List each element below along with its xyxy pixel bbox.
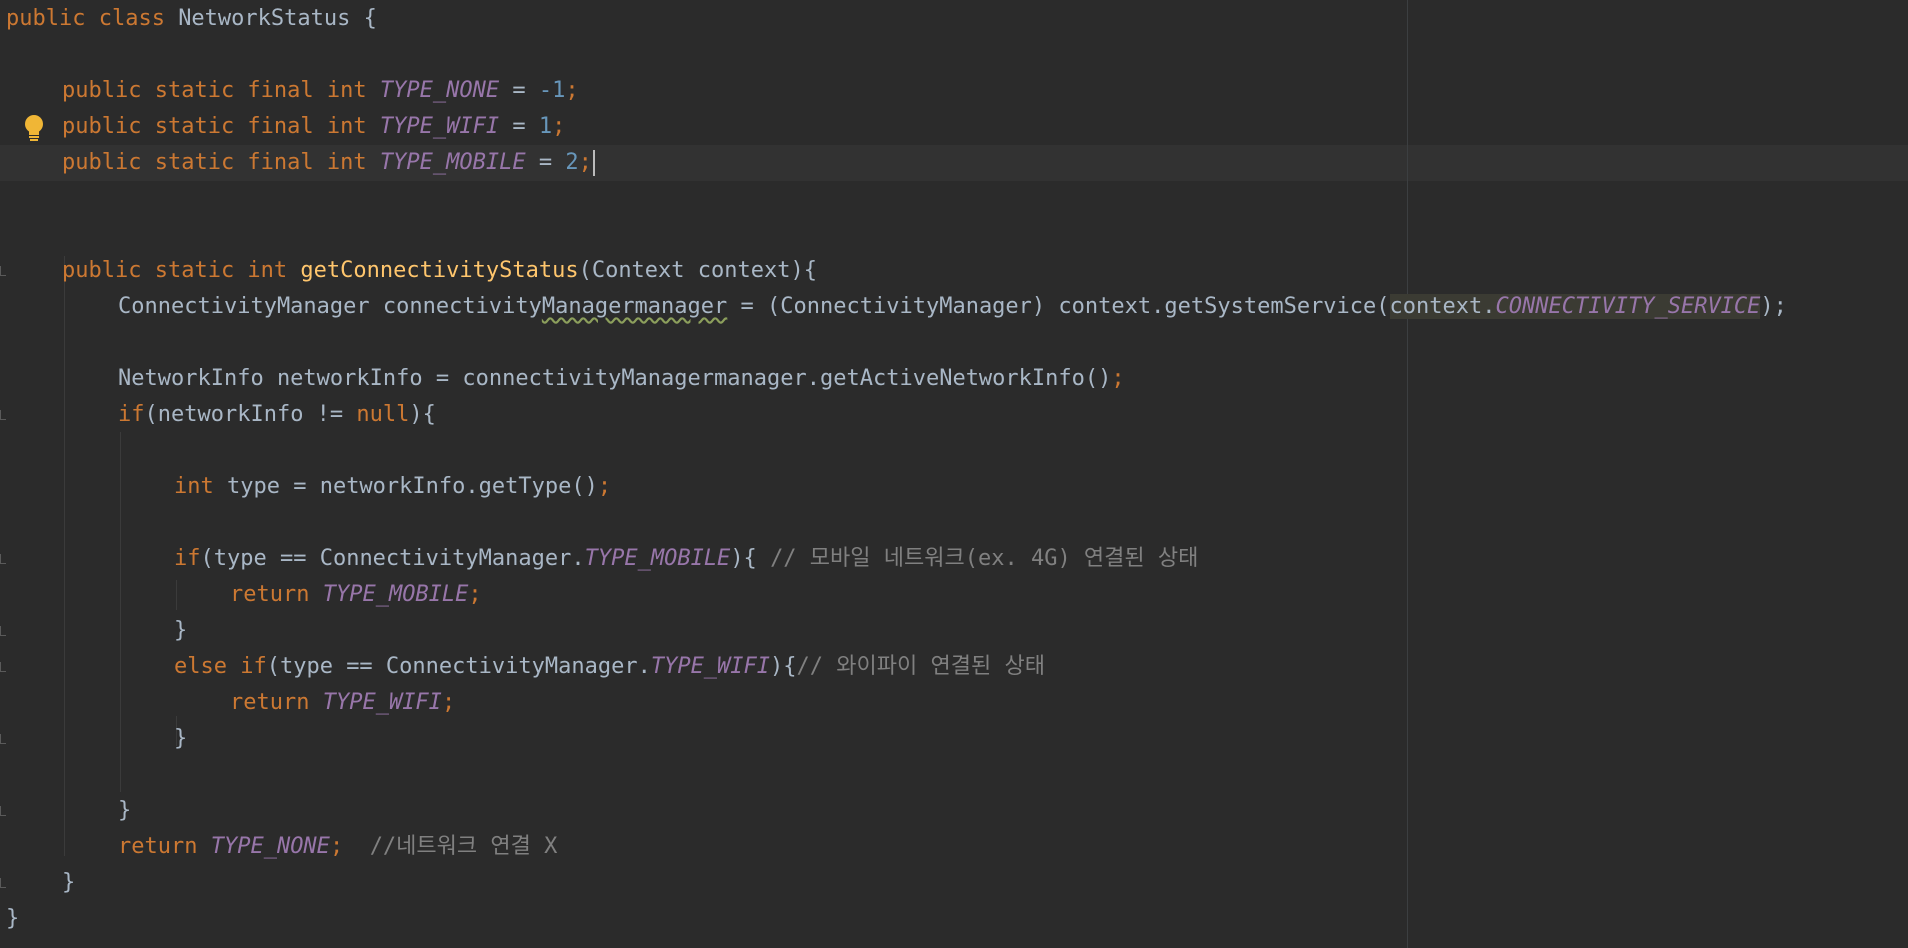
statement: type = networkInfo.getType() xyxy=(226,474,598,499)
closing-brace: } xyxy=(118,798,132,823)
statement: NetworkInfo networkInfo = connectivityMa… xyxy=(118,366,1112,391)
number-literal: 1 xyxy=(538,114,553,139)
keyword: public static int xyxy=(62,258,301,283)
fold-marker[interactable] xyxy=(0,662,6,672)
operator: = xyxy=(525,150,566,175)
constant: TYPE_NONE xyxy=(210,834,330,859)
code-line-19[interactable]: else if(type == ConnectivityManager.TYPE… xyxy=(174,649,1045,685)
lightbulb-icon[interactable] xyxy=(22,113,46,143)
code-line-4[interactable]: public static final int TYPE_WIFI = 1; xyxy=(62,109,565,145)
statement: ){ xyxy=(730,546,771,571)
fold-marker[interactable] xyxy=(0,410,6,420)
code-line-3[interactable]: public static final int TYPE_NONE = -1; xyxy=(62,73,579,109)
semicolon: ; xyxy=(565,78,579,103)
keyword: return xyxy=(230,582,323,607)
code-line-12[interactable]: if(networkInfo != null){ xyxy=(118,397,436,433)
keyword: public static final int xyxy=(62,78,380,103)
right-margin-guide xyxy=(1407,0,1408,948)
code-line-26[interactable]: } xyxy=(6,901,19,937)
code-line-1[interactable]: public class NetworkStatus { xyxy=(6,1,377,37)
keyword: public static final int xyxy=(62,150,380,175)
keyword: public class xyxy=(6,6,179,31)
code-line-20[interactable]: return TYPE_WIFI; xyxy=(230,685,455,721)
keyword: int xyxy=(174,474,227,499)
statement: (networkInfo != xyxy=(144,402,357,427)
text-caret xyxy=(592,150,595,176)
keyword: else if xyxy=(174,654,267,679)
semicolon: ; xyxy=(552,114,566,139)
keyword: return xyxy=(118,834,211,859)
indent-guide xyxy=(120,432,121,792)
semicolon: ; xyxy=(1111,366,1125,391)
closing-brace: } xyxy=(174,726,188,751)
indent-guide xyxy=(64,256,65,856)
constant: TYPE_NONE xyxy=(379,78,500,103)
closing-brace: } xyxy=(6,906,20,931)
code-line-5[interactable]: public static final int TYPE_MOBILE = 2; xyxy=(62,145,595,181)
fold-marker[interactable] xyxy=(0,878,6,888)
semicolon: ; xyxy=(578,150,592,175)
typo-warning[interactable]: Managermanager xyxy=(542,294,727,319)
code-line-8[interactable]: public static int getConnectivityStatus(… xyxy=(62,253,817,289)
keyword: null xyxy=(356,402,410,427)
statement: context. xyxy=(1389,294,1496,319)
code-line-18[interactable]: } xyxy=(174,613,187,649)
indent-guide xyxy=(176,580,177,610)
constant: TYPE_WIFI xyxy=(379,114,500,139)
statement: ){ xyxy=(770,654,797,679)
fold-marker[interactable] xyxy=(0,806,6,816)
code-line-21[interactable]: } xyxy=(174,721,187,757)
number-literal: -1 xyxy=(538,78,566,103)
keyword: return xyxy=(230,690,323,715)
statement: = (ConnectivityManager) context.getSyste… xyxy=(727,294,1390,319)
constant: TYPE_MOBILE xyxy=(584,546,731,571)
statement: ); xyxy=(1760,294,1787,319)
constant: TYPE_MOBILE xyxy=(322,582,469,607)
comment: // 와이파이 연결된 상태 xyxy=(796,654,1045,679)
code-line-23[interactable]: } xyxy=(118,793,131,829)
constant: CONNECTIVITY_SERVICE xyxy=(1495,294,1761,319)
comment: //네트워크 연결 X xyxy=(369,834,558,859)
keyword: public static final int xyxy=(62,114,380,139)
code-line-11[interactable]: NetworkInfo networkInfo = connectivityMa… xyxy=(118,361,1125,397)
statement: (type == ConnectivityManager. xyxy=(200,546,585,571)
constant: TYPE_MOBILE xyxy=(379,150,526,175)
keyword: if xyxy=(174,546,201,571)
number-literal: 2 xyxy=(565,150,579,175)
operator: = xyxy=(499,78,539,103)
code-line-9[interactable]: ConnectivityManager connectivityManagerm… xyxy=(118,289,1787,325)
class-name: NetworkStatus { xyxy=(178,6,377,31)
fold-marker[interactable] xyxy=(0,626,6,636)
semicolon: ; xyxy=(597,474,612,499)
operator: = xyxy=(499,114,539,139)
parameters: (Context context){ xyxy=(578,258,817,283)
statement: ){ xyxy=(409,402,436,427)
fold-marker[interactable] xyxy=(0,266,6,276)
usage-highlight: context.CONNECTIVITY_SERVICE xyxy=(1389,294,1761,319)
statement: (type == ConnectivityManager. xyxy=(266,654,651,679)
code-line-25[interactable]: } xyxy=(62,865,75,901)
closing-brace: } xyxy=(62,870,76,895)
code-line-17[interactable]: return TYPE_MOBILE; xyxy=(230,577,482,613)
semicolon: ; xyxy=(441,690,456,715)
code-editor[interactable]: public class NetworkStatus { public stat… xyxy=(0,0,1908,948)
fold-marker[interactable] xyxy=(0,554,6,564)
keyword: if xyxy=(118,402,145,427)
code-line-24[interactable]: return TYPE_NONE; //네트워크 연결 X xyxy=(118,829,557,865)
method-name: getConnectivityStatus xyxy=(300,258,579,283)
code-line-16[interactable]: if(type == ConnectivityManager.TYPE_MOBI… xyxy=(174,541,1198,577)
semicolon: ; xyxy=(468,582,482,607)
closing-brace: } xyxy=(174,618,188,643)
semicolon: ; xyxy=(329,834,370,859)
fold-marker[interactable] xyxy=(0,734,6,744)
code-line-14[interactable]: int type = networkInfo.getType(); xyxy=(174,469,611,505)
comment: // 모바일 네트워크(ex. 4G) 연결된 상태 xyxy=(770,546,1199,571)
constant: TYPE_WIFI xyxy=(650,654,771,679)
statement: ConnectivityManager connectivity xyxy=(118,294,542,319)
constant: TYPE_WIFI xyxy=(322,690,442,715)
